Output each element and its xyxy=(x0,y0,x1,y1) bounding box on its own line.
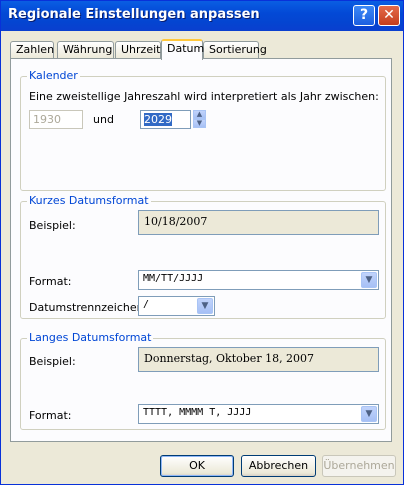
short-format-combobox[interactable]: MM/TT/JJJJ ▼ xyxy=(138,270,379,290)
close-button[interactable]: ✕ xyxy=(378,5,400,26)
tab-waehrung[interactable]: Währung xyxy=(57,41,114,58)
apply-button[interactable]: Übernehmen xyxy=(322,455,396,477)
calendar-group: Kalender Eine zweistellige Jahreszahl wi… xyxy=(20,69,386,191)
tab-sortierung[interactable]: Sortierung xyxy=(203,41,267,58)
cancel-button[interactable]: Abbrechen xyxy=(241,455,316,477)
short-example-value: 10/18/2007 xyxy=(138,210,379,235)
tab-panel-datum: Kalender Eine zweistellige Jahreszahl wi… xyxy=(10,58,392,442)
year-spinner[interactable]: ▲ ▼ xyxy=(193,110,206,129)
calendar-description: Eine zweistellige Jahreszahl wird interp… xyxy=(29,90,379,103)
separator-combobox[interactable]: / ▼ xyxy=(138,296,215,316)
tab-uhrzeit[interactable]: Uhrzeit xyxy=(115,41,161,58)
close-icon: ✕ xyxy=(383,7,395,23)
long-format-value: TTTT, MMMM T, JJJJ xyxy=(143,407,252,418)
help-button[interactable]: ? xyxy=(353,5,375,26)
help-icon: ? xyxy=(359,7,369,23)
short-date-group-label: Kurzes Datumsformat xyxy=(27,194,151,207)
long-format-combobox[interactable]: TTTT, MMMM T, JJJJ ▼ xyxy=(138,404,379,424)
separator-label: Datumstrennzeichen: xyxy=(29,301,148,314)
to-year-value: 2029 xyxy=(144,113,172,126)
long-format-label: Format: xyxy=(29,409,72,422)
chevron-down-icon[interactable]: ▼ xyxy=(361,406,377,422)
long-example-value: Donnerstag, Oktober 18, 2007 xyxy=(138,347,379,372)
long-example-label: Beispiel: xyxy=(29,355,76,368)
spin-up-icon[interactable]: ▲ xyxy=(193,110,206,119)
chevron-down-icon[interactable]: ▼ xyxy=(361,272,377,288)
and-label: und xyxy=(93,113,114,126)
chevron-down-icon[interactable]: ▼ xyxy=(197,298,213,314)
tab-datum[interactable]: Datum xyxy=(161,39,204,60)
short-format-label: Format: xyxy=(29,275,72,288)
short-date-group: Kurzes Datumsformat Beispiel: 10/18/2007… xyxy=(20,194,386,319)
window-title: Regionale Einstellungen anpassen xyxy=(8,7,260,22)
spin-down-icon[interactable]: ▼ xyxy=(193,119,206,128)
long-date-group-label: Langes Datumsformat xyxy=(27,331,154,344)
short-example-label: Beispiel: xyxy=(29,219,76,232)
title-bar[interactable]: Regionale Einstellungen anpassen ? ✕ xyxy=(1,1,403,31)
ok-button[interactable]: OK xyxy=(160,455,234,477)
calendar-group-label: Kalender xyxy=(27,69,80,82)
separator-value: / xyxy=(143,299,150,310)
long-date-group: Langes Datumsformat Beispiel: Donnerstag… xyxy=(20,331,386,430)
dialog-window: Regionale Einstellungen anpassen ? ✕ Zah… xyxy=(0,0,404,485)
short-format-value: MM/TT/JJJJ xyxy=(143,273,204,284)
from-year-field: 1930 xyxy=(29,110,83,129)
tab-zahlen[interactable]: Zahlen xyxy=(10,41,54,58)
to-year-input[interactable]: 2029 xyxy=(140,110,191,129)
